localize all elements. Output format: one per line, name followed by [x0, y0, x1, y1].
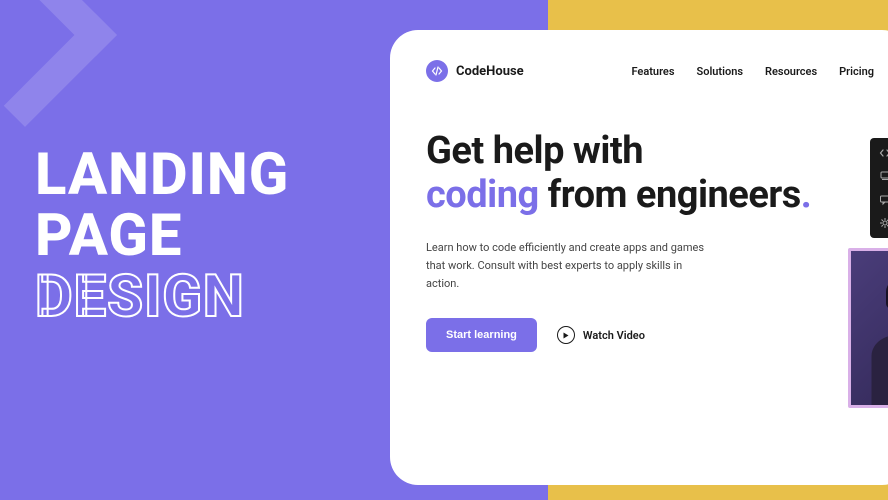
hero-text-part1: Get help with: [426, 129, 643, 173]
promo-title-line1: LANDING: [35, 145, 289, 206]
top-nav: CodeHouse Features Solutions Resources P…: [426, 60, 874, 82]
hero-subtitle: Learn how to code efficiently and create…: [426, 239, 706, 292]
promo-title-line2: PAGE: [35, 206, 289, 267]
nav-link-solutions[interactable]: Solutions: [697, 65, 744, 78]
hero-text-dot: .: [801, 173, 812, 217]
code-slash-icon: [426, 60, 448, 82]
nav-link-features[interactable]: Features: [631, 65, 674, 78]
landing-card: CodeHouse Features Solutions Resources P…: [390, 30, 888, 485]
nav-links: Features Solutions Resources Pricing: [631, 65, 874, 78]
brand-logo[interactable]: CodeHouse: [426, 60, 524, 82]
portrait-figure: [864, 265, 888, 405]
watch-video-label: Watch Video: [583, 329, 645, 342]
code-icon: [878, 146, 888, 160]
hero-text-part2: from engineers: [539, 173, 801, 217]
nav-link-resources[interactable]: Resources: [765, 65, 817, 78]
promo-title: LANDING PAGE DESIGN: [35, 145, 289, 328]
background-chevron-decoration: [0, 0, 140, 150]
chat-icon: [878, 193, 888, 207]
cta-row: Start learning Watch Video: [426, 318, 874, 352]
code-editor-preview: expo da: [870, 138, 888, 238]
start-learning-button[interactable]: Start learning: [426, 318, 537, 352]
play-icon: [557, 326, 575, 344]
layers-icon: [878, 170, 888, 184]
gear-icon: [878, 217, 888, 231]
promo-title-line3: DESIGN: [35, 267, 289, 328]
hero-heading: Get help with coding from engineers.: [426, 130, 874, 217]
hero-text-accent: coding: [426, 173, 539, 217]
nav-link-pricing[interactable]: Pricing: [839, 65, 874, 78]
code-editor-sidebar: [870, 138, 888, 238]
brand-name: CodeHouse: [456, 64, 524, 79]
watch-video-button[interactable]: Watch Video: [557, 326, 645, 344]
person-portrait: [848, 248, 888, 408]
